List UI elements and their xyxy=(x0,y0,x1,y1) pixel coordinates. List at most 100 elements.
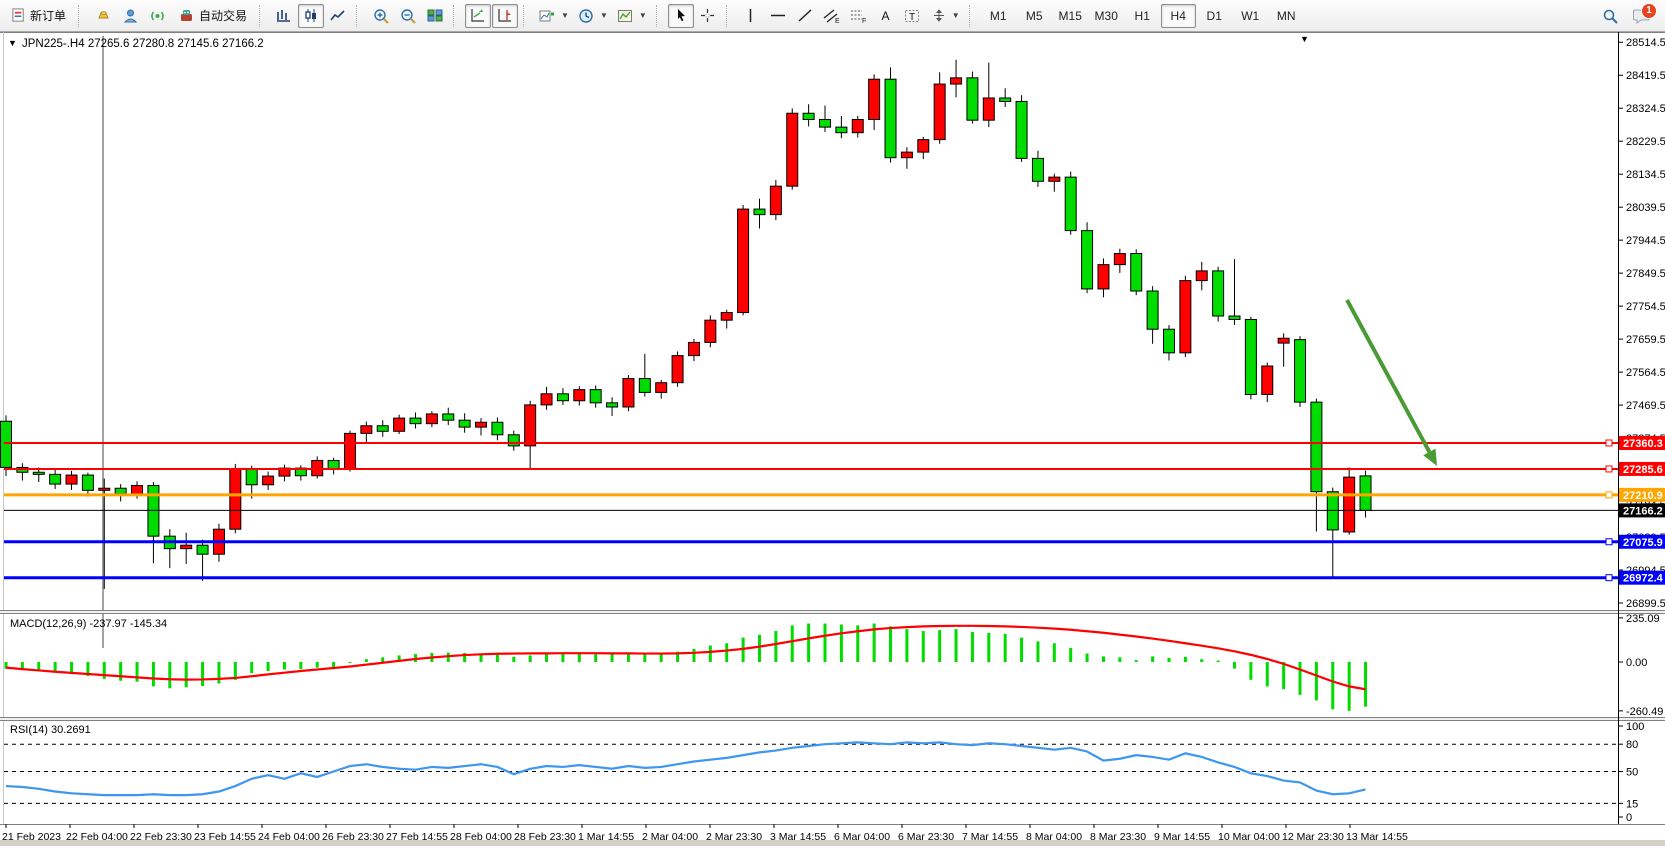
auto-scroll-icon xyxy=(470,8,486,23)
price-tick: 28419.5 xyxy=(1626,70,1665,82)
candle-body xyxy=(951,78,962,84)
search-button[interactable] xyxy=(1597,4,1623,28)
line-chart-mode-button[interactable] xyxy=(325,4,351,28)
trendline-tool-button[interactable] xyxy=(792,4,818,28)
rsi-tick: 80 xyxy=(1626,739,1638,751)
hline-handle[interactable] xyxy=(1606,466,1612,472)
tf-button-m30[interactable]: M30 xyxy=(1089,4,1124,28)
toolbar-separator xyxy=(356,5,363,27)
periods-button[interactable]: ▼ xyxy=(574,4,612,28)
tf-button-m15[interactable]: M15 xyxy=(1053,4,1088,28)
new-order-button[interactable]: 新订单 xyxy=(4,4,73,28)
candle-body xyxy=(1032,158,1043,181)
auto-scroll-button[interactable] xyxy=(465,4,491,28)
text-tool-button[interactable]: A xyxy=(873,4,899,28)
tf-button-w1[interactable]: W1 xyxy=(1233,4,1268,28)
macd-bar xyxy=(1266,662,1269,686)
candle-body xyxy=(1114,254,1125,265)
template-icon xyxy=(617,8,634,24)
candle-body xyxy=(459,420,470,427)
candle-body xyxy=(115,488,126,494)
price-badge-27285.6: 27285.6 xyxy=(1623,464,1663,476)
channel-icon: E xyxy=(823,8,840,24)
tf-button-h4[interactable]: H4 xyxy=(1161,4,1196,28)
macd-bar xyxy=(594,654,597,662)
horizontal-line-icon xyxy=(770,8,786,23)
gold-ingot-icon xyxy=(95,8,112,23)
tf-button-m5[interactable]: M5 xyxy=(1017,4,1052,28)
equidistant-channel-tool-button[interactable]: E xyxy=(819,4,845,28)
macd-bar xyxy=(1364,662,1367,707)
clock-icon xyxy=(578,8,595,24)
indicators-icon xyxy=(539,8,556,24)
price-tick: 28324.5 xyxy=(1626,103,1665,115)
hline-handle[interactable] xyxy=(1606,492,1612,498)
tf-button-d1[interactable]: D1 xyxy=(1197,4,1232,28)
price-tick: 27944.5 xyxy=(1626,235,1665,247)
price-tick: 28229.5 xyxy=(1626,136,1665,148)
support-button[interactable] xyxy=(117,4,143,28)
autotrade-button[interactable]: 自动交易 xyxy=(171,4,254,28)
candle-body xyxy=(770,186,781,214)
macd-bar xyxy=(561,653,564,662)
candle-body xyxy=(33,472,44,474)
crosshair-tool-button[interactable] xyxy=(695,4,721,28)
candle-body xyxy=(721,313,732,321)
macd-bar xyxy=(709,645,712,662)
candle-body xyxy=(869,79,880,119)
arrows-tool-button[interactable]: ▼ xyxy=(927,4,964,28)
macd-bar xyxy=(119,662,122,681)
price-tick: 27659.5 xyxy=(1626,334,1665,346)
macd-bar xyxy=(267,662,270,671)
indicators-button[interactable]: ▼ xyxy=(535,4,573,28)
notifications-button[interactable]: 1 xyxy=(1629,4,1655,28)
vertical-line-tool-button[interactable] xyxy=(738,4,764,28)
tf-button-h1[interactable]: H1 xyxy=(1125,4,1160,28)
macd-bar xyxy=(611,654,614,662)
zoom-out-button[interactable] xyxy=(395,4,421,28)
candle-body xyxy=(754,209,765,215)
zoom-in-icon xyxy=(373,8,390,24)
price-badge-27360.3: 27360.3 xyxy=(1623,438,1663,450)
macd-bar xyxy=(791,625,794,662)
macd-bar xyxy=(692,649,695,662)
candle-body xyxy=(983,98,994,120)
macd-bar xyxy=(496,655,499,662)
candle-body xyxy=(574,390,585,401)
chart-window[interactable]: ▼JPN225-.H4 27265.6 27280.8 27145.6 2716… xyxy=(0,32,1665,846)
zoom-in-button[interactable] xyxy=(368,4,394,28)
macd-bar xyxy=(1069,648,1072,662)
candle-body xyxy=(787,113,798,186)
hline-handle[interactable] xyxy=(1606,539,1612,545)
macd-bar xyxy=(381,657,384,662)
tf-button-mn[interactable]: MN xyxy=(1269,4,1304,28)
templates-button[interactable]: ▼ xyxy=(613,4,651,28)
price-tick: 27469.5 xyxy=(1626,400,1665,412)
macd-bar xyxy=(299,662,302,669)
candle-body xyxy=(623,379,634,407)
chart-shift-button[interactable] xyxy=(492,4,518,28)
candlestick-mode-button[interactable] xyxy=(298,4,324,28)
hline-handle[interactable] xyxy=(1606,575,1612,581)
tf-button-m1[interactable]: M1 xyxy=(981,4,1016,28)
bar-chart-mode-button[interactable] xyxy=(271,4,297,28)
macd-bar xyxy=(365,659,368,662)
tile-windows-button[interactable] xyxy=(422,4,448,28)
candle-body xyxy=(918,140,929,153)
candle-body xyxy=(1049,177,1060,181)
macd-bar xyxy=(840,624,843,662)
market-watch-button[interactable] xyxy=(90,4,116,28)
cursor-tool-button[interactable] xyxy=(668,4,694,28)
signals-button[interactable] xyxy=(144,4,170,28)
hline-handle[interactable] xyxy=(1606,440,1612,446)
fibonacci-tool-button[interactable]: F xyxy=(846,4,872,28)
candle-body xyxy=(1131,254,1142,291)
candle-body xyxy=(607,403,618,407)
candle-body xyxy=(672,356,683,383)
rsi-tick: 50 xyxy=(1626,767,1638,779)
text-label-tool-button[interactable]: T xyxy=(900,4,926,28)
macd-bar xyxy=(1135,660,1138,662)
horizontal-line-tool-button[interactable] xyxy=(765,4,791,28)
macd-bar xyxy=(185,662,188,687)
chart-canvas[interactable]: ▼JPN225-.H4 27265.6 27280.8 27145.6 2716… xyxy=(0,32,1665,846)
